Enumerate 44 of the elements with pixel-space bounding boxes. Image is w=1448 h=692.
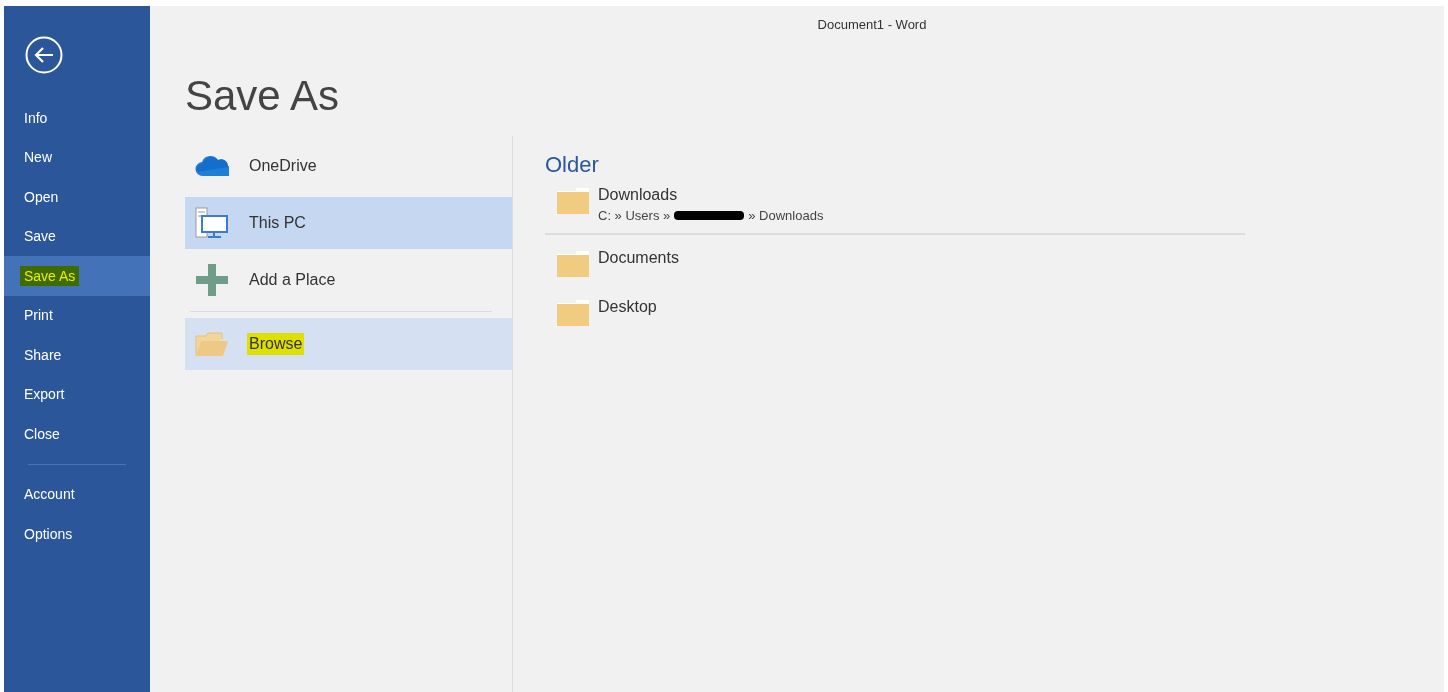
nav-label: Print [24, 307, 53, 324]
nav-item[interactable]: New [4, 137, 150, 177]
computer-icon [195, 207, 229, 239]
place-item[interactable]: Add a Place [185, 254, 512, 306]
folder-item[interactable]: Desktop [545, 296, 1245, 339]
nav-label: Export [24, 386, 65, 403]
place-item[interactable]: OneDrive [185, 140, 512, 192]
nav-item[interactable]: Save [4, 216, 150, 256]
folder-path: C: » Users » [598, 208, 671, 223]
folder-icon [195, 331, 229, 357]
plus-icon [196, 264, 228, 296]
nav-label: Info [24, 109, 48, 126]
nav-item[interactable]: Save As [4, 256, 150, 296]
folder-path: » Downloads [748, 208, 824, 223]
folder-icon [557, 251, 589, 277]
place-item[interactable]: Browse [185, 318, 512, 370]
folder-icon [557, 300, 589, 326]
page-heading: Save As [185, 72, 341, 120]
folder-item[interactable]: Downloads C: » Users » » Downloads [545, 184, 1245, 227]
nav-label: Save As [20, 265, 80, 286]
nav-label: Close [24, 425, 60, 442]
nav-label: Account [24, 486, 75, 503]
folder-name: Downloads [598, 186, 679, 204]
place-item[interactable]: This PC [185, 197, 512, 249]
nav-label: Options [24, 525, 73, 542]
nav-item[interactable]: Share [4, 335, 150, 375]
folder-name: Desktop [598, 298, 657, 316]
folder-item[interactable]: Documents [545, 247, 1245, 290]
nav-item[interactable]: Open [4, 177, 150, 217]
nav-item[interactable]: Options [4, 514, 150, 554]
nav-label: Share [24, 346, 62, 363]
nav-item[interactable]: Account [4, 474, 150, 514]
folder-icon [557, 188, 589, 214]
nav-item[interactable]: Close [4, 414, 150, 454]
nav-item[interactable]: Print [4, 295, 150, 335]
window-title: Document1 - Word [816, 17, 928, 32]
group-heading: Older [545, 152, 600, 178]
nav-label: Save [24, 228, 56, 245]
nav-label: Open [24, 188, 59, 205]
folder-name: Documents [598, 249, 679, 267]
nav-item[interactable]: Info [4, 98, 150, 138]
cloud-icon [195, 155, 229, 177]
nav-item[interactable]: Export [4, 374, 150, 414]
nav-label: New [24, 149, 52, 166]
